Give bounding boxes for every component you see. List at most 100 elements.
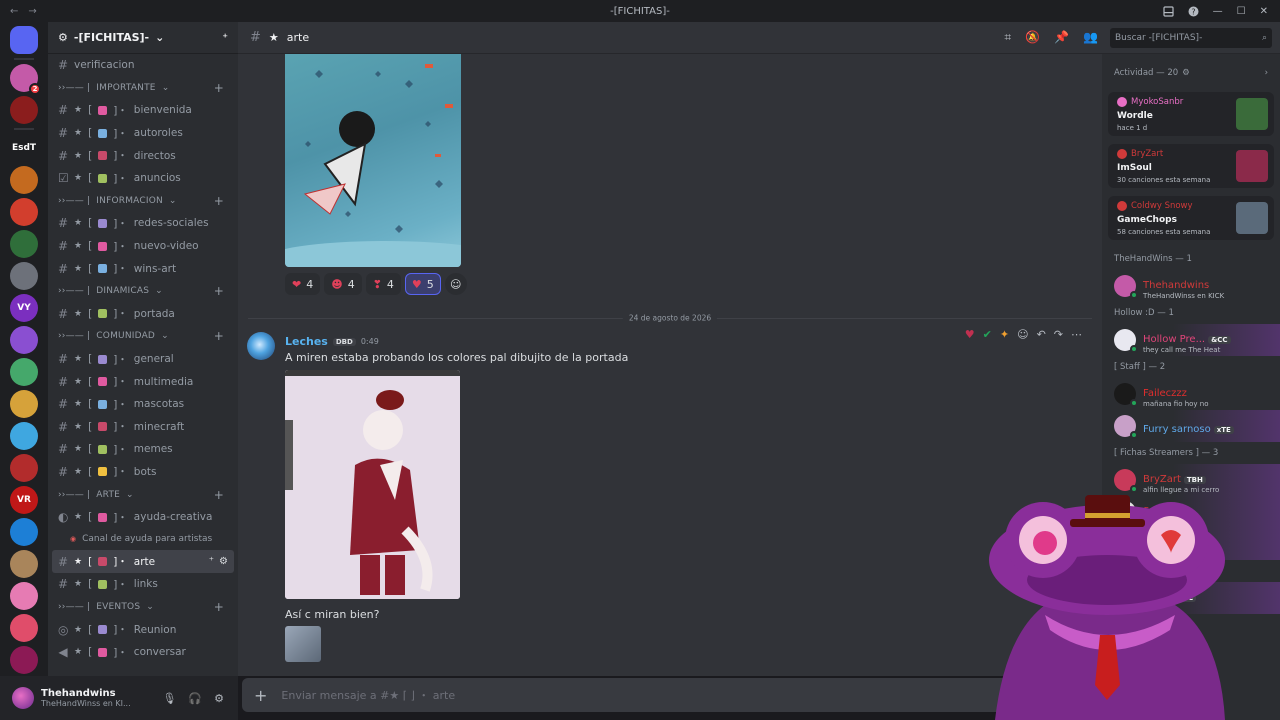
server-icon[interactable] [10,198,38,226]
server-icon[interactable] [10,358,38,386]
channel-wins-art[interactable]: # ★ []・ wins-art [48,257,238,280]
threads-icon[interactable]: ⌗ [1004,30,1011,45]
server-icon[interactable] [10,550,38,578]
react-heart-icon[interactable]: ♥ [965,328,975,341]
activity-card[interactable]: Coldwy Snowy GameChops 58 canciones esta s… [1108,196,1274,240]
search-input[interactable]: Buscar -[FICHITAS]- ⌕ [1110,27,1272,48]
reaction-pill[interactable]: ☻ 4 [324,273,362,295]
server-icon[interactable]: VY [10,294,38,322]
more-icon[interactable]: ⋯ [1071,328,1082,341]
channel-directos[interactable]: # ★ []・ directos [48,144,238,167]
server-icon[interactable] [10,230,38,258]
channel-portada[interactable]: # ★ []・ portada [48,303,238,326]
channel-general[interactable]: # ★ []・ general [48,348,238,371]
close-icon[interactable]: ✕ [1260,6,1268,17]
create-channel-icon[interactable]: + [214,81,224,95]
server-icon[interactable] [10,390,38,418]
server-icon[interactable]: EsdT [10,134,38,162]
server-icon[interactable] [10,96,38,124]
create-channel-icon[interactable]: + [214,329,224,343]
create-channel-icon[interactable]: + [214,194,224,208]
category-arte[interactable]: ››—— | ARTE ⌄ + [48,483,238,506]
invite-icon[interactable]: ⁺ [209,556,214,567]
server-icon[interactable] [10,646,38,674]
headphones-icon[interactable]: 🎧 [188,692,202,705]
attached-image-drawing-character[interactable] [285,370,460,599]
back-arrow-icon[interactable]: ← [10,6,18,17]
members-icon[interactable]: 👥 [1083,30,1098,45]
add-reaction-button[interactable]: ☺ [444,273,467,295]
server-icon[interactable] [10,262,38,290]
server-icon[interactable] [10,518,38,546]
server-icon[interactable] [10,582,38,610]
channel-verificacion[interactable]: # verificacion [48,54,238,77]
guild-header[interactable]: ⚙ -[FICHITAS]- ⌄ ⁺ [48,22,238,54]
channel-multimedia[interactable]: # ★ []・ multimedia [48,370,238,393]
pin-icon[interactable]: 📌 [1054,30,1069,45]
react-fire-icon[interactable]: ✦ [1000,328,1009,341]
maximize-icon[interactable]: ☐ [1237,6,1246,17]
category-importante[interactable]: ››—— | IMPORTANTE ⌄ + [48,77,238,100]
microphone-icon[interactable]: 🎙 [162,692,176,705]
category-dinamicas[interactable]: ››—— | DINAMICAS ⌄ + [48,280,238,303]
channel-nuevo-video[interactable]: # ★ []・ nuevo-video [48,235,238,258]
channel-arte[interactable]: # ★[]・ arte ⁺ ⚙ [52,550,234,574]
channel-ayuda-creativa[interactable]: ◐ ★ []・ ayuda-creativa [48,506,238,529]
channel-conversar[interactable]: ◀ ★ []・ conversar [48,641,238,664]
server-icon[interactable] [10,454,38,482]
member-item[interactable]: Furry sarnoso xTE [1102,410,1280,442]
server-icon[interactable]: 2 [10,64,41,95]
create-channel-icon[interactable]: + [214,488,224,502]
reaction-pill[interactable]: ❤ 4 [285,273,321,295]
mute-icon[interactable]: 🔕 [1025,30,1040,45]
gear-icon[interactable]: ⚙ [219,556,228,567]
category-informacion[interactable]: ››—— | INFORMACION ⌄ + [48,190,238,213]
attach-plus-icon[interactable]: + [254,686,267,705]
member-item[interactable]: Hollow Pre... &CC they call me The Heat [1102,324,1280,356]
channel-memes[interactable]: # ★ []・ memes [48,438,238,461]
channel-anuncios[interactable]: ☑ ★ []・ anuncios [48,167,238,190]
channel-bots[interactable]: # ★ []・ bots [48,461,238,484]
help-icon[interactable]: ? [1188,6,1199,17]
create-channel-icon[interactable]: + [214,600,224,614]
user-settings-icon[interactable]: ⚙ [214,692,224,705]
minimize-icon[interactable]: — [1213,6,1223,17]
member-item[interactable]: Thehandwins TheHandWinss en KICK [1102,270,1280,302]
attached-image-drawing-blue[interactable] [285,54,461,267]
server-icon[interactable] [10,422,38,450]
member-item[interactable]: Faileczzz mañana fio hoy no [1102,378,1280,410]
reaction-pill[interactable]: ❣ 4 [365,273,401,295]
forward-arrow-icon[interactable]: → [28,6,36,17]
server-icon[interactable] [10,614,38,642]
user-avatar[interactable] [12,687,34,709]
add-member-icon[interactable]: ⁺ [222,31,228,44]
message-author[interactable]: Leches [285,335,328,348]
channel-redes-sociales[interactable]: # ★ []・ redes-sociales [48,212,238,235]
create-channel-icon[interactable]: + [214,284,224,298]
channel-minecraft[interactable]: # ★ []・ minecraft [48,416,238,439]
inbox-icon[interactable] [1163,5,1174,17]
reaction-pill[interactable]: ♥ 5 [404,273,441,295]
channel-bienvenida[interactable]: # ★ []・ bienvenida [48,99,238,122]
channel-mascotas[interactable]: # ★ []・ mascotas [48,393,238,416]
add-reaction-icon[interactable]: ☺ [1017,328,1028,341]
activity-card[interactable]: MyokoSanbr Wordle hace 1 d [1108,92,1274,136]
react-check-icon[interactable]: ✔ [983,328,992,341]
thread-item[interactable]: ◉ Canal de ayuda para artistas [48,528,238,550]
channel-autoroles[interactable]: # ★ []・ autoroles [48,122,238,145]
discord-home-icon[interactable] [10,26,38,54]
category-comunidad[interactable]: ››—— | COMUNIDAD ⌄ + [48,325,238,348]
server-icon[interactable] [10,326,38,354]
reply-icon[interactable]: ↶ [1037,328,1046,341]
server-icon[interactable] [10,166,38,194]
author-avatar[interactable] [247,332,275,360]
channel-Reunion[interactable]: ◎ ★ []・ Reunion [48,618,238,641]
category-eventos[interactable]: ››—— | EVENTOS ⌄ + [48,596,238,619]
activity-card[interactable]: BryZart ImSoul 30 canciones esta semana [1108,144,1274,188]
attached-image-thumbnail[interactable] [285,626,321,662]
channel-links[interactable]: # ★ []・ links [48,573,238,596]
server-icon[interactable]: VR [10,486,38,514]
message-composer[interactable]: + Enviar mensaje a #★ ⌈ ⌋ ・ arte 🎁 ▣ [242,678,1098,712]
chevron-right-icon[interactable]: › [1265,68,1268,78]
forward-icon[interactable]: ↷ [1054,328,1063,341]
